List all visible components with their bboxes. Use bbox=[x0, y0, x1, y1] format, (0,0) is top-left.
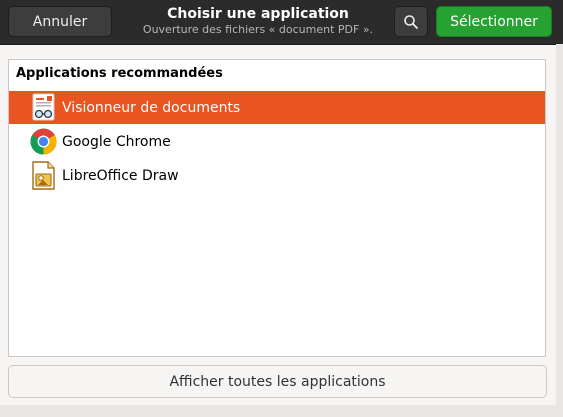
show-all-apps-button[interactable]: Afficher toutes les applications bbox=[8, 365, 547, 398]
window-edge bbox=[556, 44, 563, 417]
list-item-label: Google Chrome bbox=[62, 133, 171, 150]
window-edge bbox=[0, 405, 563, 417]
document-viewer-icon bbox=[32, 93, 55, 121]
dialog-subtitle: Ouverture des fichiers « document PDF ». bbox=[142, 23, 374, 36]
libreoffice-draw-icon bbox=[32, 161, 55, 190]
search-button[interactable] bbox=[394, 6, 428, 37]
search-icon bbox=[404, 14, 418, 29]
list-item-label: LibreOffice Draw bbox=[62, 167, 179, 184]
cancel-button[interactable]: Annuler bbox=[8, 6, 112, 37]
list-item-google-chrome[interactable]: Google Chrome bbox=[9, 125, 545, 158]
list-item-label: Visionneur de documents bbox=[62, 99, 241, 116]
recommended-apps-heading: Applications recommandées bbox=[16, 66, 223, 81]
select-button[interactable]: Sélectionner bbox=[436, 6, 552, 37]
dialog-title: Choisir une application bbox=[167, 6, 349, 22]
list-item-libreoffice-draw[interactable]: LibreOffice Draw bbox=[9, 159, 545, 192]
chrome-icon bbox=[30, 128, 57, 155]
list-item-document-viewer[interactable]: Visionneur de documents bbox=[9, 91, 545, 124]
